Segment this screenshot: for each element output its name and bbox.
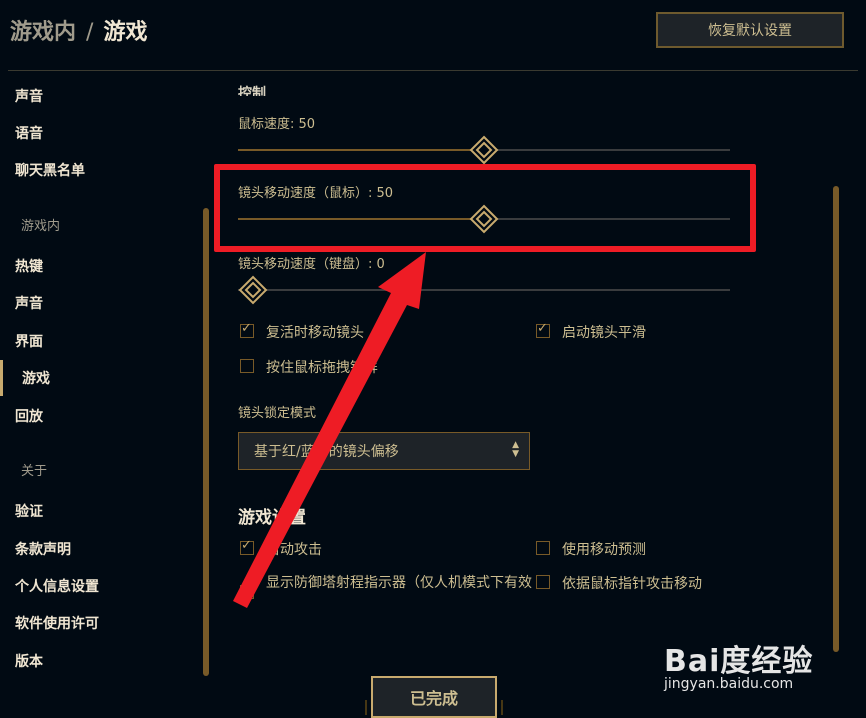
baidu-jingyan-watermark: Bai度经验 jingyan.baidu.com [664,620,860,710]
watermark-url: jingyan.baidu.com [664,676,794,692]
annotation-arrow-icon [233,252,426,608]
watermark-brand: Bai度经验 [664,644,814,679]
